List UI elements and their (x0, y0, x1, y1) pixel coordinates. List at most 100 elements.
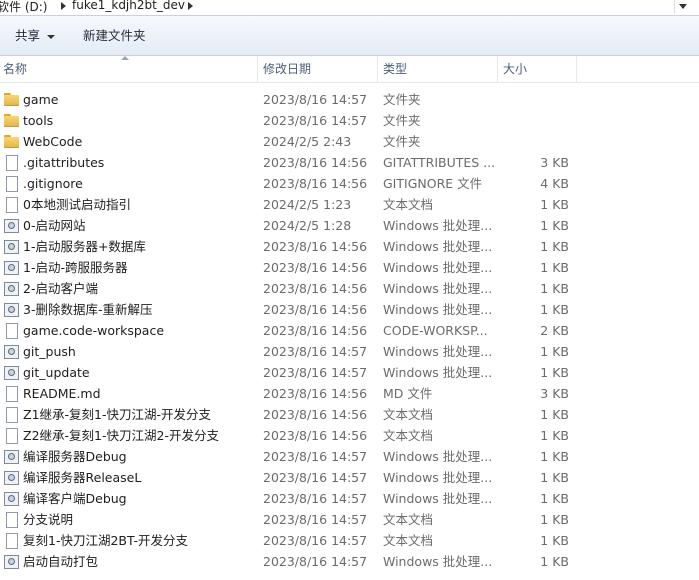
file-row[interactable]: 启动自动打包 2023/8/16 14:57 Windows 批处理... 1 KB (0, 551, 699, 572)
batch-file-icon (4, 554, 19, 569)
file-modified-date: 2023/8/16 14:57 (263, 533, 368, 548)
file-modified-date: 2024/2/5 2:43 (263, 134, 352, 149)
column-divider[interactable] (257, 56, 258, 82)
file-row[interactable]: 复刻1-快刀江湖2BT-开发分支 2023/8/16 14:57 文本文档 1 KB (0, 530, 699, 551)
file-name: 启动自动打包 (23, 554, 99, 569)
batch-file-icon (4, 260, 19, 275)
file-size: 1 KB (540, 428, 569, 443)
batch-file-icon (4, 239, 19, 254)
breadcrumb-drive[interactable]: 软件 (D:) (0, 0, 47, 15)
column-header-name[interactable]: 名称 (3, 56, 27, 82)
file-row[interactable]: git_update 2023/8/16 14:57 Windows 批处理... 1… (0, 362, 699, 383)
folder-icon (4, 92, 19, 107)
file-type: Windows 批处理... (383, 302, 493, 317)
file-icon (4, 407, 19, 423)
file-size: 1 KB (540, 554, 569, 569)
file-modified-date: 2023/8/16 14:56 (263, 428, 368, 443)
file-row[interactable]: .gitignore 2023/8/16 14:56 GITIGNORE 文件 4 K… (0, 173, 699, 194)
column-header-date[interactable]: 修改日期 (263, 56, 311, 82)
file-row[interactable]: game.code-workspace 2023/8/16 14:56 CODE-W… (0, 320, 699, 341)
file-modified-date: 2023/8/16 14:57 (263, 344, 368, 359)
file-modified-date: 2023/8/16 14:57 (263, 113, 368, 128)
file-size: 1 KB (540, 365, 569, 380)
breadcrumb-chevron-right-icon[interactable] (61, 2, 66, 10)
column-divider[interactable] (497, 56, 498, 82)
column-header-type[interactable]: 类型 (383, 56, 407, 82)
batch-file-icon (4, 302, 19, 317)
file-size: 3 KB (540, 155, 569, 170)
file-type: MD 文件 (383, 386, 433, 401)
column-divider[interactable] (576, 56, 577, 82)
address-bar[interactable]: 软件 (D:) fuke1_kdjh2bt_dev (0, 0, 699, 16)
file-row[interactable]: README.md 2023/8/16 14:56 MD 文件 3 KB (0, 383, 699, 404)
file-row[interactable]: 1-启动-跨服服务器 2023/8/16 14:56 Windows 批处理... 1… (0, 257, 699, 278)
file-modified-date: 2023/8/16 14:56 (263, 302, 368, 317)
column-header-size[interactable]: 大小 (503, 56, 527, 82)
file-name: 1-启动-跨服服务器 (23, 260, 128, 275)
command-toolbar: 共享 新建文件夹 (0, 16, 699, 56)
file-size: 1 KB (540, 407, 569, 422)
file-size: 1 KB (540, 302, 569, 317)
file-modified-date: 2023/8/16 14:57 (263, 470, 368, 485)
file-name: .gitattributes (23, 155, 105, 170)
file-size: 1 KB (540, 197, 569, 212)
file-row[interactable]: 1-启动服务器+数据库 2023/8/16 14:56 Windows 批处理...… (0, 236, 699, 257)
file-icon (4, 512, 19, 528)
file-name: Z1继承-复刻1-快刀江湖-开发分支 (23, 407, 212, 422)
file-icon (4, 386, 19, 402)
file-row[interactable]: 2-启动客户端 2023/8/16 14:56 Windows 批处理... 1 KB (0, 278, 699, 299)
file-modified-date: 2023/8/16 14:56 (263, 323, 368, 338)
file-modified-date: 2023/8/16 14:56 (263, 407, 368, 422)
file-modified-date: 2023/8/16 14:56 (263, 239, 368, 254)
file-type: Windows 批处理... (383, 554, 493, 569)
file-row[interactable]: .gitattributes 2023/8/16 14:56 GITATTRIBUT… (0, 152, 699, 173)
file-size: 1 KB (540, 239, 569, 254)
file-type: Windows 批处理... (383, 260, 493, 275)
file-size: 1 KB (540, 449, 569, 464)
chevron-down-icon (47, 34, 56, 39)
breadcrumb-chevron-right-icon[interactable] (188, 2, 193, 10)
file-name: 复刻1-快刀江湖2BT-开发分支 (23, 533, 188, 548)
file-row[interactable]: tools 2023/8/16 14:57 文件夹 (0, 110, 699, 131)
folder-icon (4, 134, 19, 149)
file-row[interactable]: 3-删除数据库-重新解压 2023/8/16 14:56 Windows 批处理..… (0, 299, 699, 320)
file-type: 文件夹 (383, 134, 421, 149)
file-row[interactable]: 0本地测试启动指引 2024/2/5 1:23 文本文档 1 KB (0, 194, 699, 215)
file-modified-date: 2023/8/16 14:56 (263, 155, 368, 170)
file-row[interactable]: git_push 2023/8/16 14:57 Windows 批处理... 1 K… (0, 341, 699, 362)
folder-icon (4, 113, 19, 128)
file-modified-date: 2023/8/16 14:57 (263, 554, 368, 569)
column-divider[interactable] (377, 56, 378, 82)
file-row[interactable]: Z1继承-复刻1-快刀江湖-开发分支 2023/8/16 14:56 文本文档 1 K… (0, 404, 699, 425)
file-modified-date: 2024/2/5 1:28 (263, 218, 352, 233)
file-name: WebCode (23, 134, 83, 149)
file-name: game.code-workspace (23, 323, 165, 338)
file-name: 2-启动客户端 (23, 281, 98, 296)
share-button[interactable]: 共享 (15, 16, 56, 55)
file-type: Windows 批处理... (383, 344, 493, 359)
file-row[interactable]: 编译服务器ReleaseL 2023/8/16 14:57 Windows 批处理.… (0, 467, 699, 488)
file-row[interactable]: WebCode 2024/2/5 2:43 文件夹 (0, 131, 699, 152)
file-size: 1 KB (540, 470, 569, 485)
file-name: 分支说明 (23, 512, 74, 527)
file-icon (4, 155, 19, 171)
file-row[interactable]: 编译客户端Debug 2023/8/16 14:57 Windows 批处理... 1… (0, 488, 699, 509)
file-list: game 2023/8/16 14:57 文件夹 tools 2023/8/16 14… (0, 89, 699, 572)
file-size: 1 KB (540, 260, 569, 275)
batch-file-icon (4, 449, 19, 464)
column-header: 名称 修改日期 类型 大小 (0, 56, 699, 83)
file-row[interactable]: Z2继承-复刻1-快刀江湖2-开发分支 2023/8/16 14:56 文本文档 1 … (0, 425, 699, 446)
file-row[interactable]: game 2023/8/16 14:57 文件夹 (0, 89, 699, 110)
file-row[interactable]: 0-启动网站 2024/2/5 1:28 Windows 批处理... 1 KB (0, 215, 699, 236)
file-row[interactable]: 编译服务器Debug 2023/8/16 14:57 Windows 批处理... 1… (0, 446, 699, 467)
file-type: 文本文档 (383, 428, 434, 443)
file-name: README.md (23, 386, 101, 401)
file-size: 1 KB (540, 533, 569, 548)
file-modified-date: 2023/8/16 14:56 (263, 281, 368, 296)
file-type: CODE-WORKSP... (383, 323, 488, 338)
file-row[interactable]: 分支说明 2023/8/16 14:57 文本文档 1 KB (0, 509, 699, 530)
address-history-dropdown-chevron-down-icon[interactable] (674, 0, 691, 14)
breadcrumb-folder[interactable]: fuke1_kdjh2bt_dev (72, 0, 185, 12)
file-type: 文件夹 (383, 113, 421, 128)
new-folder-button[interactable]: 新建文件夹 (83, 16, 146, 55)
